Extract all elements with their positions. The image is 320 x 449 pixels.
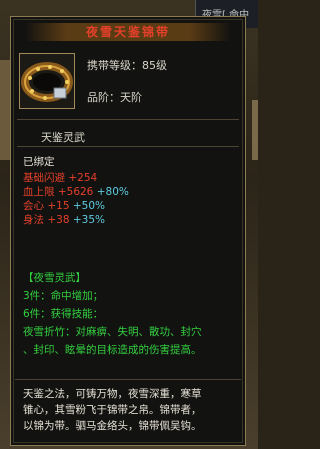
divider bbox=[17, 119, 239, 120]
stat-row: 会心 +15 +50% bbox=[23, 199, 105, 213]
item-name: 夜雪天鉴锦带 bbox=[25, 23, 231, 41]
item-quality: 品阶：天阶 bbox=[87, 91, 142, 104]
bound-status: 已绑定 bbox=[23, 156, 55, 168]
stat-base: +38 bbox=[47, 214, 70, 226]
stat-bonus: +80% bbox=[96, 186, 129, 198]
stat-name: 身法 bbox=[23, 214, 44, 226]
background-strip-right bbox=[252, 100, 258, 160]
description-line: 天鉴之法，可铸万物，夜雪深重，寒草 bbox=[23, 388, 202, 400]
stat-base: +15 bbox=[47, 200, 70, 212]
item-description: 天鉴之法，可铸万物，夜雪深重，寒草 锥心，其雪粉飞于锦带之帛。锦带者， 以锦为带… bbox=[15, 379, 241, 444]
stat-row: 身法 +38 +35% bbox=[23, 213, 105, 227]
item-tooltip: 夜雪天鉴锦带 携带等级：85级 品阶：天阶 天鉴灵武 已绑定 基础闪避 +254 bbox=[10, 16, 246, 446]
stat-row: 血上限 +5626 +80% bbox=[23, 185, 129, 199]
stat-base: +254 bbox=[68, 172, 98, 184]
skill-title: 天鉴灵武 bbox=[41, 131, 85, 144]
stats-panel: 已绑定 基础闪避 +254 血上限 +5626 +80% 会心 +15 +50%… bbox=[15, 147, 241, 379]
set-skill-line: 夜雪折竹：对麻痹、失明、散功、封穴 bbox=[23, 326, 202, 338]
stat-base: +5626 bbox=[57, 186, 94, 198]
stat-name: 基础闪避 bbox=[23, 172, 65, 184]
set-skill-line: 、封印、眩晕的目标造成的伤害提高。 bbox=[23, 344, 202, 356]
set-name: 【夜雪灵武】 bbox=[23, 272, 86, 284]
carry-level: 携带等级：85级 bbox=[87, 59, 167, 72]
stat-name: 血上限 bbox=[23, 186, 55, 198]
stat-bonus: +50% bbox=[72, 200, 105, 212]
belt-item-icon bbox=[19, 53, 75, 109]
set-bonus-6: 6件：获得技能： bbox=[23, 308, 104, 320]
description-line: 以锦为带。驷马金络头，锦带佩吴钩。 bbox=[23, 420, 202, 432]
stat-row: 基础闪避 +254 bbox=[23, 171, 97, 185]
description-line: 锥心，其雪粉飞于锦带之帛。锦带者， bbox=[23, 404, 202, 416]
set-bonus-3: 3件：命中增加； bbox=[23, 290, 104, 302]
stat-name: 会心 bbox=[23, 200, 44, 212]
stat-bonus: +35% bbox=[72, 214, 105, 226]
